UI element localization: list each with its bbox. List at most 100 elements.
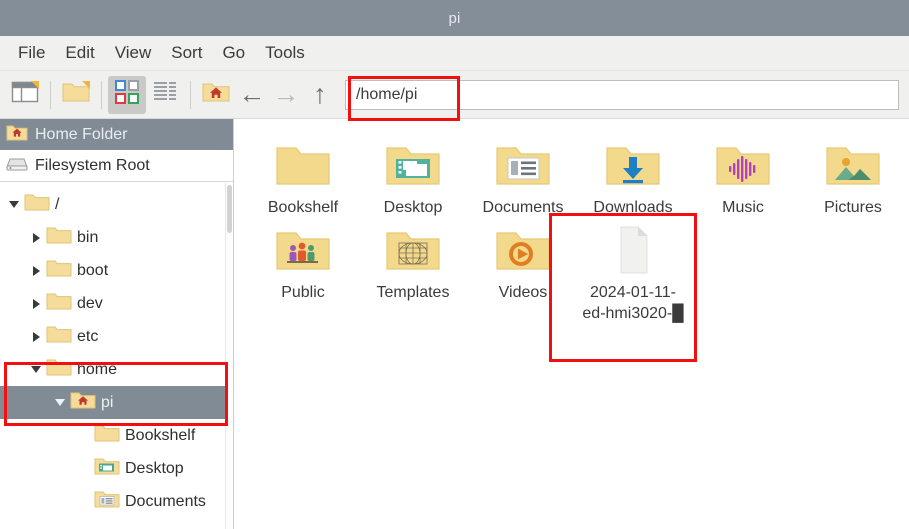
file-item-label: Documents	[482, 199, 564, 216]
videos-folder-icon	[492, 224, 554, 276]
tree-item-home[interactable]: home	[0, 353, 233, 386]
tree-item-label: /	[55, 195, 60, 213]
chevron-down-icon[interactable]	[6, 197, 22, 213]
file-manager-window: pi File Edit View Sort Go Tools ← → ↑ /h…	[0, 0, 909, 529]
menu-item-view[interactable]: View	[105, 41, 162, 65]
toolbar: ← → ↑ /home/pi	[0, 71, 909, 121]
file-item-music[interactable]: Music	[688, 133, 798, 218]
back-button[interactable]: ←	[235, 76, 269, 114]
places-list: Home Folder Filesystem Root	[0, 119, 233, 182]
home-folder-icon	[70, 390, 96, 415]
chevron-right-icon[interactable]	[28, 263, 44, 279]
tree-item-label: dev	[77, 294, 103, 312]
folder-icon	[272, 139, 334, 191]
file-item-image-file[interactable]: 2024-01-11-ed-hmi3020-█	[578, 218, 688, 324]
tree-item-label: bin	[77, 228, 99, 246]
file-item-label: 2024-01-11-ed-hmi3020-█	[582, 284, 684, 322]
sidebar-item-filesystem-root[interactable]: Filesystem Root	[0, 150, 233, 181]
forward-button[interactable]: →	[269, 76, 303, 114]
window-title: pi	[448, 9, 461, 27]
list-view-button[interactable]	[146, 76, 184, 114]
sidebar-item-label: Home Folder	[35, 125, 128, 143]
tree-item-label: etc	[77, 327, 99, 345]
templates-folder-icon	[382, 224, 444, 276]
chevron-right-icon[interactable]	[28, 329, 44, 345]
icon-view-button[interactable]	[108, 75, 146, 114]
file-item-label: Music	[722, 199, 764, 216]
tree-item-documents[interactable]: Documents	[0, 485, 233, 518]
tree-item-pi[interactable]: pi	[0, 386, 233, 419]
tree-item-desktop[interactable]: Desktop	[0, 452, 233, 485]
tree-item-label: boot	[77, 261, 109, 279]
folder-icon	[46, 258, 72, 283]
file-item-public[interactable]: Public	[248, 218, 358, 324]
downloads-folder-icon	[602, 139, 664, 191]
tree-item-label: home	[77, 360, 118, 378]
tree-item-boot[interactable]: boot	[0, 254, 233, 287]
path-bar-wrap: /home/pi	[345, 75, 899, 121]
new-tab-button[interactable]	[6, 76, 44, 114]
sidebar-scrollbar[interactable]	[225, 183, 233, 529]
toolbar-separator	[50, 80, 51, 109]
folder-icon	[46, 225, 72, 250]
file-item-documents[interactable]: Documents	[468, 133, 578, 218]
folder-icon	[24, 192, 50, 217]
tree-item-dev[interactable]: dev	[0, 287, 233, 320]
chevron-down-icon[interactable]	[52, 395, 68, 411]
sidebar-item-label: Filesystem Root	[35, 156, 150, 174]
menu-item-sort[interactable]: Sort	[161, 41, 212, 65]
home-folder-icon	[201, 79, 231, 110]
tree-item-bookshelf[interactable]: Bookshelf	[0, 419, 233, 452]
file-grid: Bookshelf Desktop Documents Downloads Mu…	[248, 133, 909, 324]
public-folder-icon	[272, 224, 334, 276]
file-item-videos[interactable]: Videos	[468, 218, 578, 324]
title-bar: pi	[0, 0, 909, 36]
menu-bar: File Edit View Sort Go Tools	[0, 36, 909, 71]
desktop-folder-icon	[382, 139, 444, 191]
music-folder-icon	[712, 139, 774, 191]
tree-item-label: Documents	[125, 492, 206, 510]
menu-item-file[interactable]: File	[8, 41, 55, 65]
tree-item-root[interactable]: /	[0, 188, 233, 221]
file-item-label: Public	[281, 284, 325, 301]
new-tab-icon	[11, 79, 39, 110]
file-item-pictures[interactable]: Pictures	[798, 133, 908, 218]
new-folder-button[interactable]	[57, 76, 95, 114]
home-button[interactable]	[197, 76, 235, 114]
file-item-label: Downloads	[593, 199, 673, 216]
tree-item-etc[interactable]: etc	[0, 320, 233, 353]
tree-item-bin[interactable]: bin	[0, 221, 233, 254]
directory-tree: / bin boot dev etc home pi Bookshelf Des…	[0, 182, 233, 518]
list-view-icon	[152, 79, 178, 110]
sidebar-scrollbar-thumb[interactable]	[227, 185, 232, 233]
file-item-label: Templates	[376, 284, 450, 301]
up-button[interactable]: ↑	[303, 76, 337, 114]
chevron-right-icon[interactable]	[28, 230, 44, 246]
toolbar-separator	[190, 80, 191, 109]
drive-icon	[6, 154, 28, 178]
menu-item-go[interactable]: Go	[212, 41, 255, 65]
file-item-desktop[interactable]: Desktop	[358, 133, 468, 218]
desktop-folder-icon	[94, 456, 120, 481]
file-list-pane: Bookshelf Desktop Documents Downloads Mu…	[234, 119, 909, 529]
file-item-templates[interactable]: Templates	[358, 218, 468, 324]
sidebar-item-home-folder[interactable]: Home Folder	[0, 119, 233, 150]
folder-icon	[94, 423, 120, 448]
path-input[interactable]: /home/pi	[345, 79, 899, 110]
menu-item-edit[interactable]: Edit	[55, 41, 104, 65]
menu-item-tools[interactable]: Tools	[255, 41, 315, 65]
file-item-label: Desktop	[383, 199, 443, 216]
documents-folder-icon	[492, 139, 554, 191]
document-file-icon	[602, 224, 664, 276]
file-item-bookshelf[interactable]: Bookshelf	[248, 133, 358, 218]
chevron-right-icon[interactable]	[28, 296, 44, 312]
file-item-label: Pictures	[824, 199, 882, 216]
chevron-down-icon[interactable]	[28, 362, 44, 378]
pictures-folder-icon	[822, 139, 884, 191]
file-item-downloads[interactable]: Downloads	[578, 133, 688, 218]
documents-folder-icon	[94, 489, 120, 514]
new-folder-icon	[61, 79, 91, 110]
file-item-label: Bookshelf	[267, 199, 339, 216]
icon-view-icon	[114, 79, 140, 110]
toolbar-separator	[101, 80, 102, 109]
